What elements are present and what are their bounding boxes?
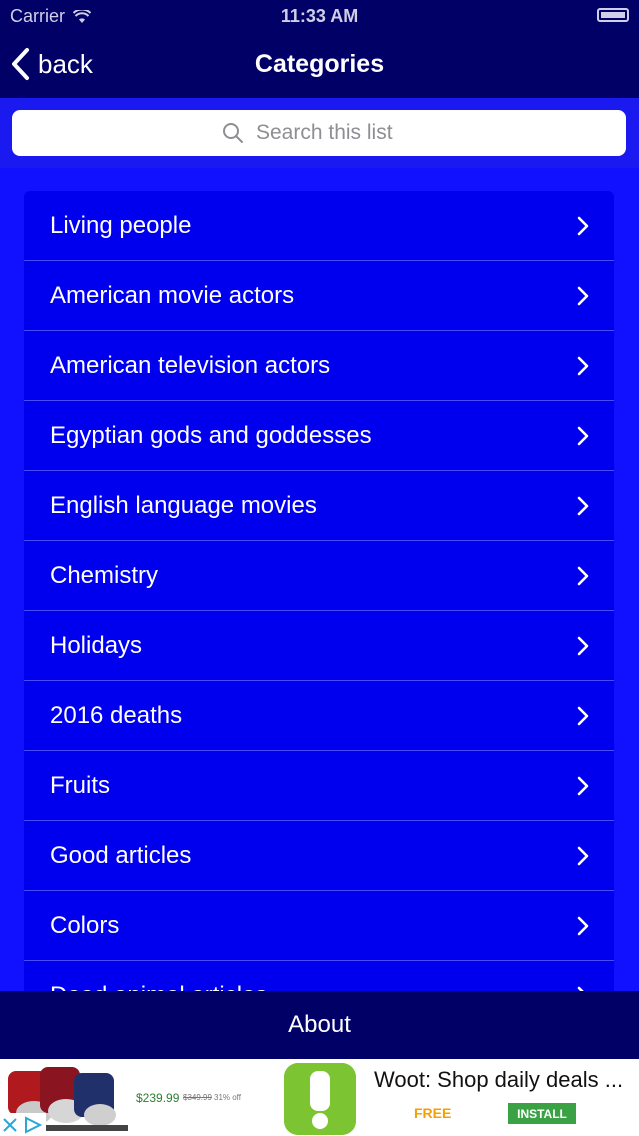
category-list: Living people American movie actors Americ…: [24, 191, 614, 991]
chevron-right-icon: [577, 776, 589, 795]
page-title: Categories: [254, 50, 385, 78]
category-row[interactable]: Fruits: [24, 751, 614, 821]
category-row[interactable]: Colors: [24, 891, 614, 961]
ad-title: Woot: Shop daily deals ...: [374, 1067, 624, 1092]
category-label: Holidays: [50, 631, 143, 659]
ad-choices-icon[interactable]: [0, 1113, 46, 1136]
search-input[interactable]: [256, 121, 416, 145]
category-row[interactable]: American television actors: [24, 331, 614, 401]
chevron-right-icon: [577, 286, 589, 305]
chevron-right-icon: [577, 426, 589, 445]
ad-price: $239.99: [136, 1091, 180, 1105]
category-row[interactable]: Living people: [24, 191, 614, 261]
search-bar[interactable]: [12, 110, 626, 156]
chevron-right-icon: [577, 566, 589, 585]
ad-free-label: FREE: [414, 1105, 452, 1121]
woot-app-icon: [284, 1063, 356, 1135]
ad-discount: 31% off: [214, 1093, 241, 1102]
about-label: About: [288, 1011, 351, 1038]
about-button[interactable]: About: [0, 991, 639, 1059]
category-row[interactable]: English language movies: [24, 471, 614, 541]
category-label: Colors: [50, 911, 120, 939]
category-label: Dead animal articles: [50, 982, 267, 992]
category-label: Fruits: [50, 771, 110, 799]
chevron-right-icon: [577, 636, 589, 655]
chevron-right-icon: [577, 356, 589, 375]
category-row[interactable]: Egyptian gods and goddesses: [24, 401, 614, 471]
install-button[interactable]: INSTALL: [508, 1103, 576, 1124]
category-label: English language movies: [50, 491, 317, 519]
category-row[interactable]: American movie actors: [24, 261, 614, 331]
category-label: American movie actors: [50, 281, 295, 309]
navigation-bar: back Categories: [0, 32, 639, 98]
search-area: [0, 98, 639, 168]
chevron-right-icon: [577, 216, 589, 235]
category-label: Living people: [50, 211, 192, 239]
chevron-right-icon: [577, 706, 589, 725]
battery-icon: [597, 8, 629, 22]
category-row[interactable]: Chemistry: [24, 541, 614, 611]
category-label: American television actors: [50, 351, 331, 379]
clock: 11:33 AM: [280, 6, 359, 26]
chevron-right-icon: [577, 916, 589, 935]
search-icon: [223, 123, 243, 143]
category-row[interactable]: Holidays: [24, 611, 614, 681]
category-label: 2016 deaths: [50, 701, 183, 729]
chevron-right-icon: [577, 496, 589, 515]
status-bar: Carrier 11:33 AM: [0, 0, 639, 32]
category-row[interactable]: Dead animal articles: [24, 961, 614, 991]
category-label: Chemistry: [50, 561, 159, 589]
ad-old-price: $349.99: [183, 1093, 212, 1102]
chevron-right-icon: [577, 846, 589, 865]
category-label: Egyptian gods and goddesses: [50, 421, 372, 449]
ad-banner[interactable]: $239.99 $349.99 31% off Woot: Shop daily…: [0, 1059, 639, 1136]
category-row[interactable]: Good articles: [24, 821, 614, 891]
category-row[interactable]: 2016 deaths: [24, 681, 614, 751]
category-label: Good articles: [50, 841, 192, 869]
